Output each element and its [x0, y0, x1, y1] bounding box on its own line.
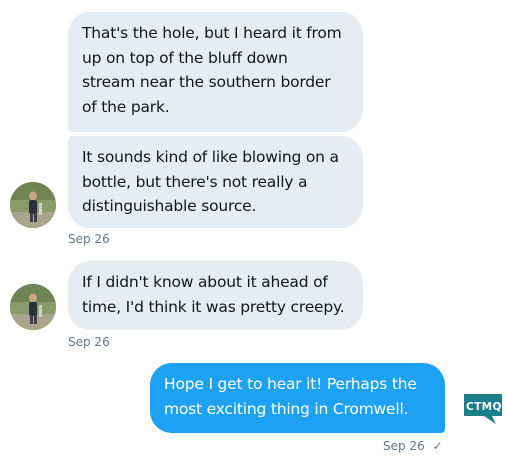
message-bubble-received[interactable]: If I didn't know about it ahead of time,… [68, 261, 363, 330]
message-bubble-sent[interactable]: Hope I get to hear it! Perhaps the most … [150, 363, 445, 433]
sender-avatar[interactable] [10, 182, 56, 228]
message-timestamp: Sep 26 [68, 232, 110, 246]
sender-avatar[interactable] [10, 284, 56, 330]
checkmark-icon: ✓ [432, 439, 443, 453]
message-bubble-received[interactable]: It sounds kind of like blowing on a bott… [68, 136, 363, 228]
message-timestamp: Sep 26 [383, 439, 425, 453]
dm-conversation: That's the hole, but I heard it from up … [0, 0, 506, 462]
ctmq-logo-text: CTMQ [466, 401, 502, 413]
message-timestamp: Sep 26 [68, 335, 110, 349]
sent-message-meta: Sep 26 ✓ [383, 439, 443, 453]
message-bubble-received[interactable]: That's the hole, but I heard it from up … [68, 12, 363, 132]
sender-avatar-ctmq-logo[interactable]: CTMQ [462, 392, 506, 426]
